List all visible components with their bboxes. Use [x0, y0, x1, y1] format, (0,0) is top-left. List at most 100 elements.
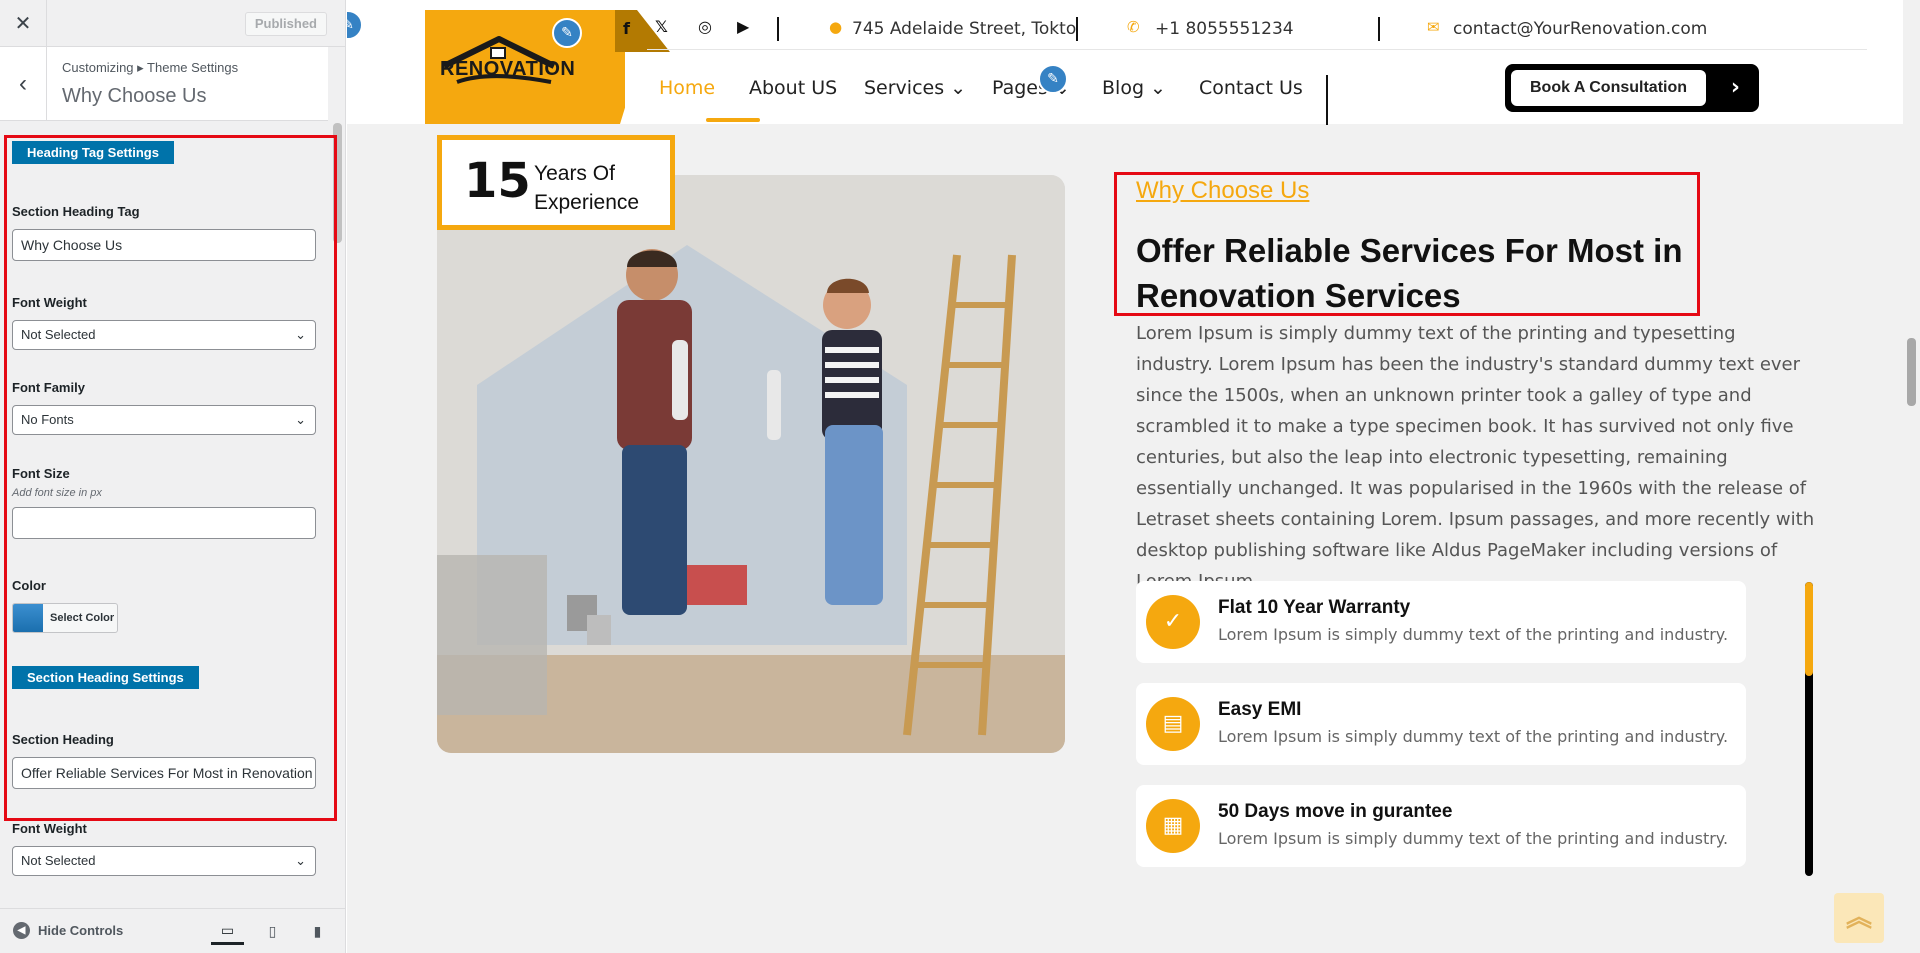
x-twitter-icon[interactable]: 𝕏: [655, 17, 668, 36]
font-weight-label-2: Font Weight: [12, 821, 87, 836]
divider: [777, 17, 779, 41]
font-size-control: Font Size Add font size in px: [12, 466, 316, 539]
top-info-bar: f 𝕏 ◎ ▶ ● 745 Adelaide Street, Tokto ✆ +…: [623, 0, 1867, 50]
nav-blog-label: Blog: [1102, 77, 1144, 99]
font-weight-value: Not Selected: [21, 327, 96, 342]
divider: [1378, 17, 1380, 41]
font-weight-select-2[interactable]: Not Selected ⌄: [12, 846, 316, 876]
preview-scrollbar[interactable]: [1903, 0, 1920, 953]
facebook-icon[interactable]: f: [623, 19, 630, 38]
font-weight-control-2: Font Weight Not Selected ⌄: [12, 821, 316, 876]
chevron-down-icon: ⌄: [295, 327, 306, 342]
features-scroll-progress[interactable]: [1805, 582, 1813, 876]
desktop-icon[interactable]: ▭: [211, 918, 244, 945]
instagram-icon[interactable]: ◎: [698, 17, 712, 36]
section-heading-settings-label: Section Heading Settings: [12, 666, 199, 689]
section-body-text: Lorem Ipsum is simply dummy text of the …: [1136, 323, 1815, 592]
nav-services[interactable]: Services ⌄: [864, 77, 966, 99]
nav-home[interactable]: Home: [659, 77, 715, 99]
address-text: 745 Adelaide Street, Tokto: [852, 19, 1077, 39]
email-text[interactable]: contact@YourRenovation.com: [1453, 19, 1707, 39]
site-header: RÉNOVATION ✎ ✎ f 𝕏 ◎ ▶ ● 745 Adelaide St…: [347, 0, 1903, 125]
feature-card: ▦ 50 Days move in gurantee Lorem Ipsum i…: [1136, 785, 1746, 867]
section-heading-control: Section Heading Offer Reliable Services …: [12, 732, 316, 789]
feature-desc: Lorem Ipsum is simply dummy text of the …: [1218, 727, 1729, 746]
years-line-1: Years Of: [534, 162, 615, 185]
feature-title: Flat 10 Year Warranty: [1218, 597, 1411, 618]
book-consultation-label: Book A Consultation: [1511, 70, 1706, 106]
feature-card: ▤ Easy EMI Lorem Ipsum is simply dummy t…: [1136, 683, 1746, 765]
years-line-2: Experience: [534, 191, 640, 214]
chevron-up-icon: ︽: [1845, 903, 1872, 933]
years-badge: 15 Years Of Experience: [437, 135, 675, 230]
section-heading-tag-input[interactable]: Why Choose Us: [12, 229, 316, 261]
nav-contact[interactable]: Contact Us: [1199, 77, 1303, 99]
badge-check-icon: ✓: [1146, 595, 1200, 649]
feature-desc: Lorem Ipsum is simply dummy text of the …: [1218, 625, 1729, 644]
preview-scrollbar-thumb[interactable]: [1907, 338, 1916, 406]
edit-pencil-icon[interactable]: ✎: [552, 18, 582, 48]
section-heading-tag-label: Section Heading Tag: [12, 204, 140, 219]
feature-desc: Lorem Ipsum is simply dummy text of the …: [1218, 829, 1729, 848]
font-weight-control: Font Weight Not Selected ⌄: [12, 295, 316, 350]
select-color-button[interactable]: Select Color: [12, 603, 118, 633]
heading-tag-settings-label: Heading Tag Settings: [12, 141, 174, 164]
couple-painting-image: [437, 175, 1065, 753]
mail-icon: ✉: [1427, 18, 1440, 36]
feature-card: ✓ Flat 10 Year Warranty Lorem Ipsum is s…: [1136, 581, 1746, 663]
building-icon: ▦: [1146, 799, 1200, 853]
font-family-value: No Fonts: [21, 412, 74, 427]
font-size-input[interactable]: [12, 507, 316, 539]
chevron-down-icon: ⌄: [1150, 77, 1166, 99]
font-family-control: Font Family No Fonts ⌄: [12, 380, 316, 435]
edit-pencil-icon[interactable]: ✎: [1038, 64, 1068, 94]
book-consultation-button[interactable]: Book A Consultation ›: [1505, 64, 1759, 112]
section-heading: Offer Reliable Services For Most in Reno…: [1136, 232, 1683, 314]
years-number: 15: [464, 153, 531, 209]
phone-text[interactable]: +1 8055551234: [1155, 19, 1294, 39]
back-button[interactable]: ‹: [0, 47, 47, 121]
close-customizer-button[interactable]: ✕: [0, 0, 47, 47]
customizer-panel: ✕ Published ‹ Customizing ▸ Theme Settin…: [0, 0, 346, 953]
section-heading-input[interactable]: Offer Reliable Services For Most in Reno…: [12, 757, 316, 789]
hide-arrow-icon: ◀: [13, 922, 30, 939]
section-heading-label: Section Heading: [12, 732, 114, 747]
publish-button[interactable]: Published: [244, 12, 327, 36]
section-tag-link[interactable]: Why Choose Us: [1136, 177, 1309, 205]
phone-icon: ✆: [1127, 18, 1140, 36]
youtube-icon[interactable]: ▶: [737, 17, 749, 36]
font-weight-select[interactable]: Not Selected ⌄: [12, 320, 316, 350]
hide-controls-label: Hide Controls: [38, 923, 124, 938]
document-icon: ▤: [1146, 697, 1200, 751]
edit-pencil-icon[interactable]: ✎: [347, 10, 363, 40]
chevron-down-icon: ⌄: [295, 412, 306, 427]
features-scroll-progress-fill: [1805, 582, 1813, 677]
nav-services-label: Services: [864, 77, 945, 99]
font-weight-label: Font Weight: [12, 295, 87, 310]
font-size-hint: Add font size in px: [12, 487, 102, 499]
years-text: Years Of Experience: [534, 159, 639, 217]
divider: [1076, 17, 1078, 41]
mobile-icon[interactable]: ▮: [301, 918, 334, 945]
hide-controls-button[interactable]: ◀ Hide Controls: [13, 922, 123, 939]
chevron-down-icon: ⌄: [950, 77, 967, 99]
breadcrumb: Customizing ▸ Theme Settings: [62, 60, 239, 75]
customizer-topbar: ✕ Published: [0, 0, 345, 47]
color-swatch: [13, 604, 43, 632]
nav-blog[interactable]: Blog ⌄: [1102, 77, 1166, 99]
chevron-down-icon: ⌄: [295, 853, 306, 868]
nav-about[interactable]: About US: [749, 77, 837, 99]
font-family-select[interactable]: No Fonts ⌄: [12, 405, 316, 435]
font-weight-value-2: Not Selected: [21, 853, 96, 868]
back-to-top-button[interactable]: ︽: [1834, 893, 1884, 943]
hero-photo: [437, 175, 1065, 753]
font-size-label: Font Size: [12, 466, 70, 481]
site-preview: RÉNOVATION ✎ ✎ f 𝕏 ◎ ▶ ● 745 Adelaide St…: [347, 0, 1920, 953]
tablet-icon[interactable]: ▯: [256, 918, 289, 945]
logo-text[interactable]: RÉNOVATION: [440, 58, 575, 81]
feature-title: 50 Days move in gurantee: [1218, 801, 1453, 822]
chevron-right-icon: ›: [1730, 75, 1740, 100]
location-pin-icon: ●: [829, 18, 843, 36]
color-label: Color: [12, 578, 46, 593]
select-color-label: Select Color: [50, 612, 115, 624]
